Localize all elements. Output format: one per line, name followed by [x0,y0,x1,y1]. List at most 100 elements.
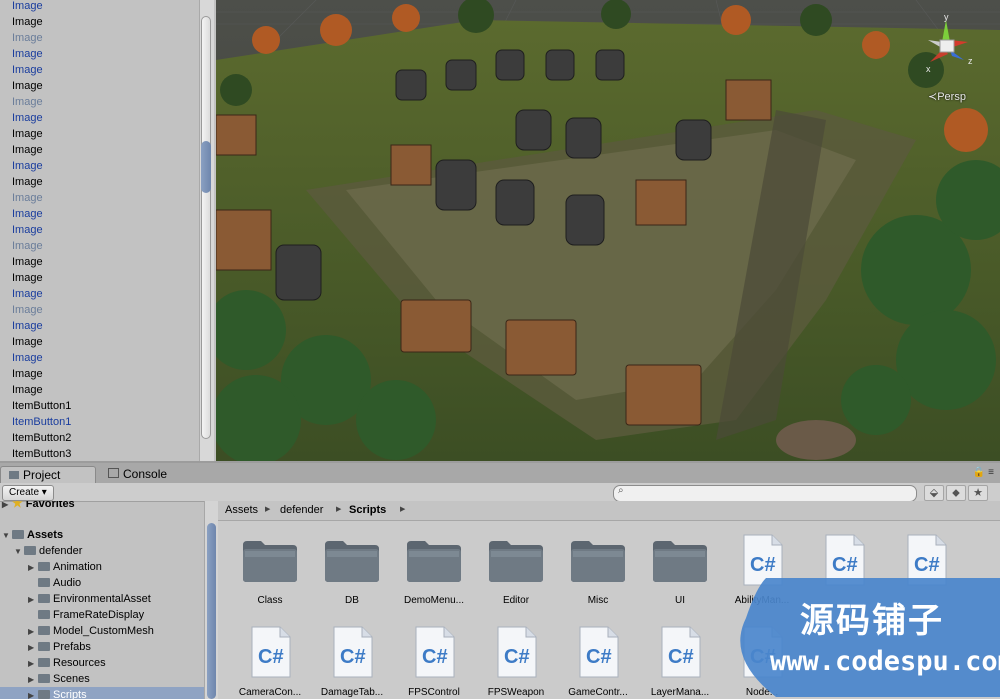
scene-render [216,0,1000,461]
csharp-script-icon: C# [251,626,291,678]
hierarchy-item[interactable]: Image [12,0,43,14]
create-button[interactable]: Create ▾ [2,485,54,501]
folder-icon [38,674,50,683]
gizmo-x-label: x [926,64,931,74]
hierarchy-item[interactable]: Image [12,334,43,350]
favorites-label: Favorites [25,501,75,510]
hierarchy-item[interactable]: Image [12,238,43,254]
hierarchy-item[interactable]: Image [12,46,43,62]
tree-scrollbar[interactable] [204,501,218,699]
tree-item-label: Scenes [53,673,90,685]
hierarchy-item[interactable]: Image [12,94,43,110]
hierarchy-item[interactable]: Image [12,270,43,286]
asset-script[interactable]: C# CameraCon... [231,623,309,699]
hierarchy-item[interactable]: Image [12,254,43,270]
hierarchy-item[interactable]: Image [12,318,43,334]
tree-item-favorites[interactable]: ▶ ★ Favorites [2,501,75,511]
asset-label: GameContr... [568,687,628,698]
folder-icon [325,541,379,582]
hierarchy-item[interactable]: Image [12,206,43,222]
svg-text:C#: C# [340,646,366,668]
asset-label: FPSControl [408,687,460,698]
hierarchy-item[interactable]: Image [12,142,43,158]
asset-script[interactable]: C# GameContr... [559,623,637,699]
hierarchy-item[interactable]: ItemButton1 [12,398,71,414]
hierarchy-item[interactable]: Image [12,110,43,126]
search-input[interactable] [613,485,917,502]
menu-icon[interactable]: ≡ [988,467,994,478]
asset-folder[interactable]: Misc [559,531,637,611]
expanded-arrow-icon: ▼ [2,531,10,540]
tree-item-label: Resources [53,657,106,669]
tree-item-scenes[interactable]: ▶ Scenes [28,671,90,687]
tab-project-label: Project [23,468,61,482]
scrollbar-thumb[interactable] [207,523,216,699]
orientation-gizmo[interactable]: y x z [916,12,980,82]
asset-folder[interactable]: Class [231,531,309,611]
asset-folder[interactable]: UI [641,531,719,611]
back-arrow-icon: ≺ [928,91,938,103]
tree-item-defender[interactable]: ▼ defender [14,543,82,559]
breadcrumb-scripts[interactable]: Scripts [349,503,386,518]
hierarchy-item[interactable]: Image [12,222,43,238]
tree-item-label: Scripts [53,689,87,699]
svg-text:C#: C# [586,646,612,668]
asset-folder[interactable]: Editor [477,531,555,611]
hierarchy-item[interactable]: Image [12,78,43,94]
asset-folder[interactable]: DemoMenu... [395,531,473,611]
collapsed-arrow-icon: ▶ [28,563,35,572]
asset-label: Editor [502,595,530,606]
tree-item-audio[interactable]: Audio [28,575,81,591]
hierarchy-item[interactable]: Image [12,14,43,30]
hierarchy-panel: Image Image Image Image Image Image Image Image… [0,0,216,461]
hierarchy-item[interactable]: Image [12,382,43,398]
hierarchy-item[interactable]: Image [12,158,43,174]
scrollbar-thumb[interactable] [201,141,211,193]
favorite-star-icon[interactable]: ★ [968,485,988,501]
hierarchy-item[interactable]: ItemButton3 [12,446,71,461]
tree-item-scripts[interactable]: ▶ Scripts [0,687,204,699]
hierarchy-item[interactable]: Image [12,30,43,46]
filter-by-label-icon[interactable]: ⬥ [946,485,966,501]
tree-item-frameratedisplay[interactable]: FrameRateDisplay [28,607,144,623]
csharp-script-icon: C# [579,626,619,678]
hierarchy-scrollbar[interactable] [199,16,213,439]
tree-item-label: EnvironmentalAsset [53,593,151,605]
tree-item-animation[interactable]: ▶ Animation [28,559,102,575]
asset-folder[interactable]: DB [313,531,391,611]
tree-item-prefabs[interactable]: ▶ Prefabs [28,639,91,655]
tree-item-resources[interactable]: ▶ Resources [28,655,106,671]
breadcrumb-defender[interactable]: defender [280,503,323,518]
hierarchy-item[interactable]: Image [12,62,43,78]
asset-script[interactable]: C# LayerMana... [641,623,719,699]
window-controls: 🔒 ≡ [973,467,994,478]
hierarchy-item[interactable]: Image [12,286,43,302]
tree-item-environmentalasset[interactable]: ▶ EnvironmentalAsset [28,591,151,607]
tree-item-model_custommesh[interactable]: ▶ Model_CustomMesh [28,623,154,639]
tab-project[interactable]: Project [0,466,96,484]
asset-script[interactable]: C# FPSControl [395,623,473,699]
svg-text:C#: C# [504,646,530,668]
lock-icon[interactable]: 🔒 [973,467,985,478]
hierarchy-item[interactable]: Image [12,350,43,366]
hierarchy-item[interactable]: Image [12,366,43,382]
gizmo-y-label: y [944,12,949,22]
tab-console[interactable]: Console [100,466,196,483]
breadcrumb-assets[interactable]: Assets [225,503,258,518]
hierarchy-item[interactable]: Image [12,126,43,142]
hierarchy-item[interactable]: Image [12,190,43,206]
asset-script[interactable]: C# DamageTab... [313,623,391,699]
folder-icon [38,578,50,587]
asset-script[interactable]: C# FPSWeapon [477,623,555,699]
projection-label[interactable]: ≺Persp [928,90,966,103]
hierarchy-item[interactable]: Image [12,302,43,318]
filter-by-type-icon[interactable]: ⬙ [924,485,944,501]
collapsed-arrow-icon: ▶ [28,691,35,699]
watermark-url: www.codespu.com [770,646,1000,677]
tree-item-assets[interactable]: ▼ Assets [2,527,63,543]
scene-view[interactable]: y x z ≺Persp [216,0,1000,461]
hierarchy-item[interactable]: ItemButton2 [12,430,71,446]
hierarchy-item[interactable]: Image [12,174,43,190]
hierarchy-item[interactable]: ItemButton1 [12,414,71,430]
collapsed-arrow-icon: ▶ [28,675,35,684]
